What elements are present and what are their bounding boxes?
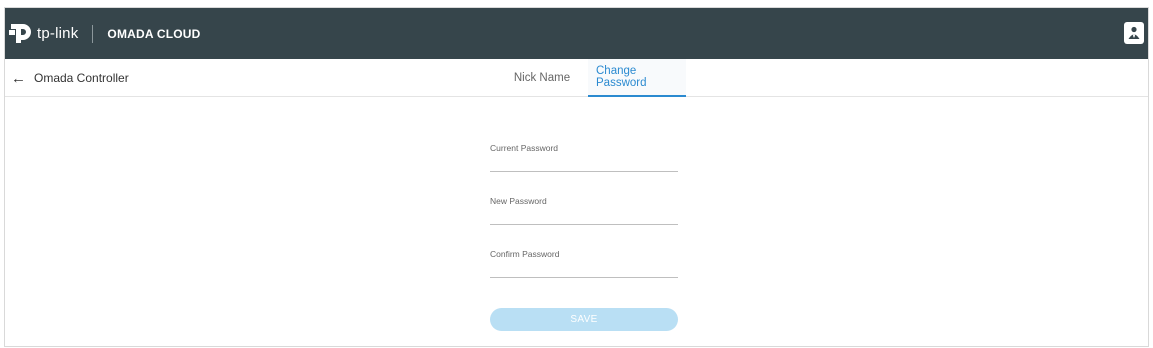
confirm-password-input[interactable] bbox=[490, 262, 678, 278]
confirm-password-field: Confirm Password bbox=[490, 239, 678, 292]
arrow-left-icon: ← bbox=[11, 69, 26, 87]
top-header: tp-link OMADA CLOUD bbox=[5, 8, 1148, 59]
tab-bar: Nick Name Change Password bbox=[496, 59, 686, 97]
new-password-input[interactable] bbox=[490, 209, 678, 225]
new-password-field: New Password bbox=[490, 186, 678, 239]
app-window: tp-link OMADA CLOUD ← Omada Controller N… bbox=[4, 7, 1149, 347]
new-password-label: New Password bbox=[490, 196, 547, 206]
user-icon bbox=[1128, 26, 1140, 39]
current-password-field: Current Password bbox=[490, 133, 678, 186]
tp-link-logo-icon bbox=[9, 23, 31, 43]
back-label: Omada Controller bbox=[34, 71, 129, 85]
change-password-form: Current Password New Password Confirm Pa… bbox=[490, 133, 678, 292]
brand-name: tp-link bbox=[37, 25, 79, 42]
header-divider bbox=[92, 24, 94, 43]
tp-link-logo[interactable]: tp-link bbox=[8, 8, 78, 59]
tab-nick-name-label: Nick Name bbox=[513, 72, 571, 84]
user-menu-button[interactable] bbox=[1124, 22, 1144, 44]
current-password-label: Current Password bbox=[490, 143, 559, 153]
confirm-password-label: Confirm Password bbox=[490, 249, 560, 259]
back-to-controller[interactable]: ← Omada Controller bbox=[11, 59, 129, 97]
tab-nick-name[interactable]: Nick Name bbox=[496, 59, 588, 97]
current-password-input[interactable] bbox=[490, 156, 678, 172]
save-button[interactable]: SAVE bbox=[490, 308, 678, 331]
product-name: OMADA CLOUD bbox=[107, 26, 201, 41]
tab-change-password[interactable]: Change Password bbox=[588, 59, 686, 97]
tab-change-password-label: Change Password bbox=[596, 65, 647, 89]
sub-navigation: ← Omada Controller Nick Name Change Pass… bbox=[5, 59, 1148, 97]
